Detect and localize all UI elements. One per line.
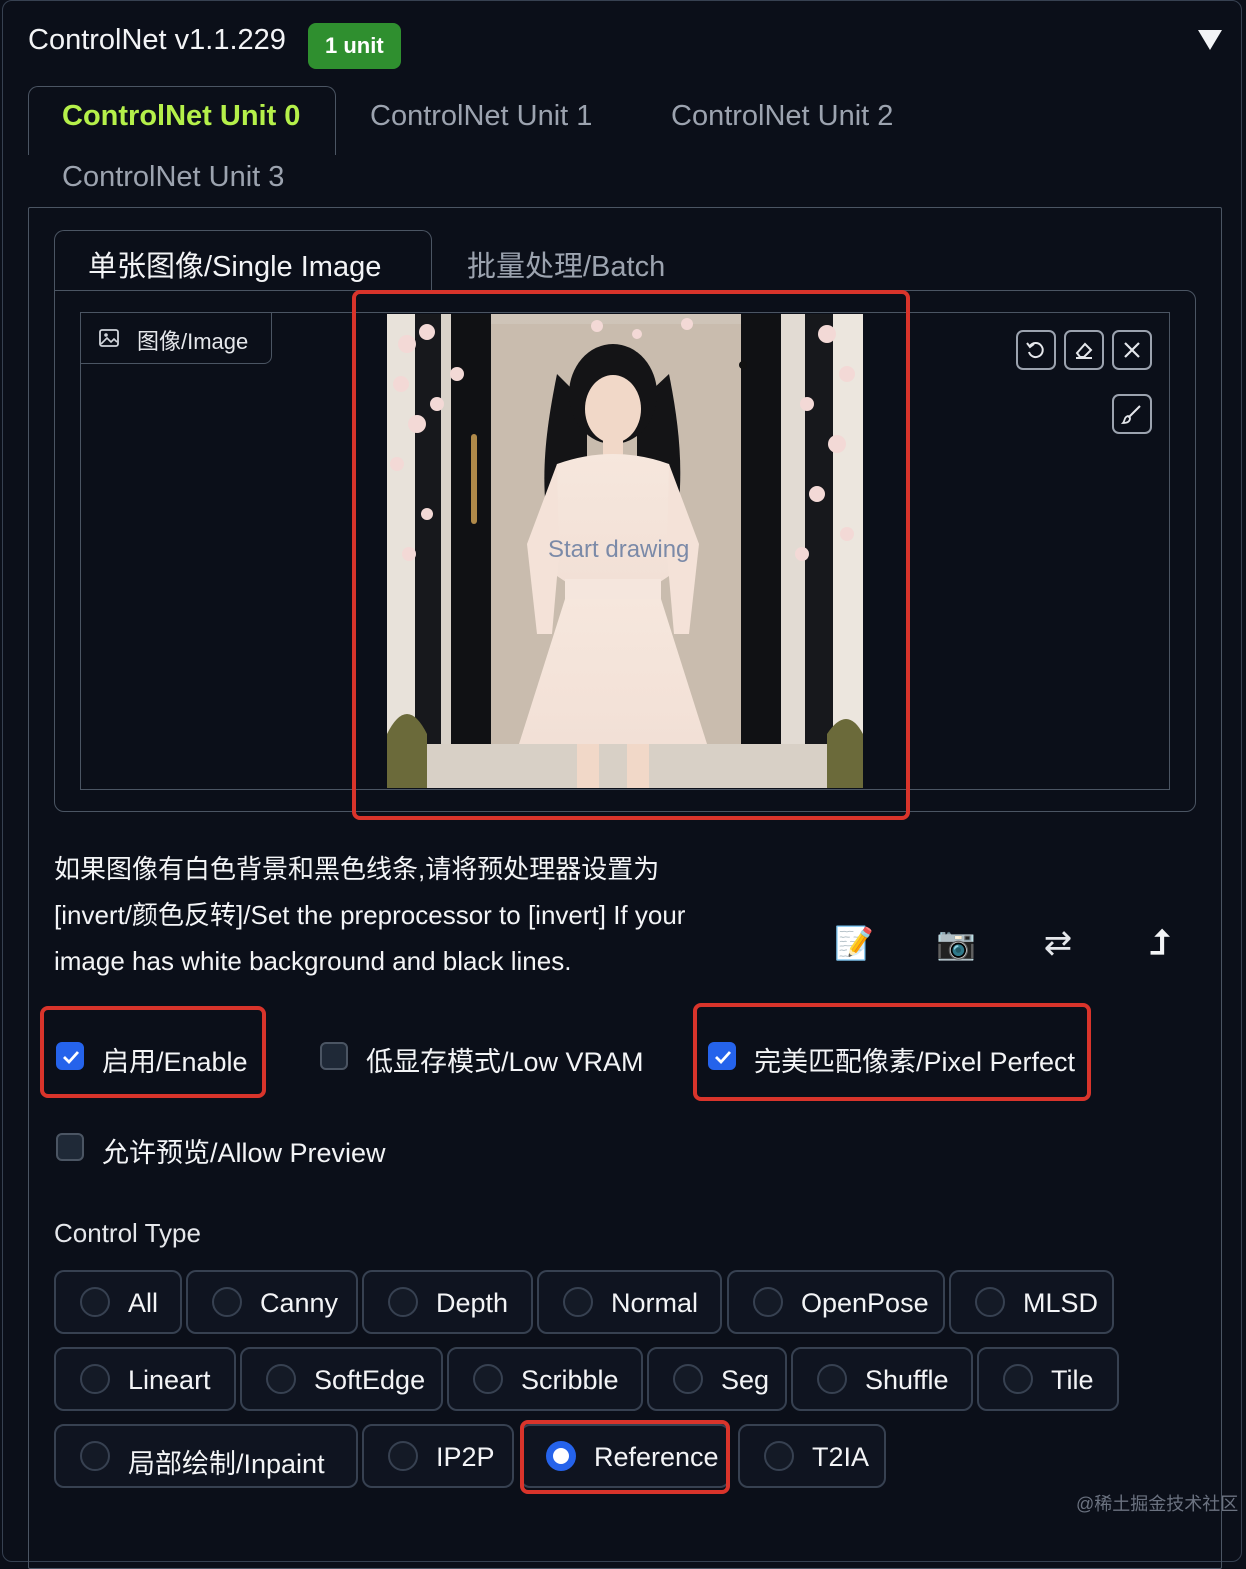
radio-button[interactable]	[1003, 1364, 1033, 1394]
image-label: 图像/Image	[80, 312, 272, 364]
control-type-inpaint[interactable]: 局部绘制/Inpaint	[54, 1424, 358, 1488]
close-icon	[1124, 342, 1140, 358]
control-type-all[interactable]: All	[54, 1270, 182, 1334]
radio-label: All	[128, 1288, 159, 1318]
image-icon	[99, 329, 119, 347]
tab-unit-3[interactable]: ControlNet Unit 3	[62, 161, 284, 194]
radio-label: MLSD	[1023, 1288, 1099, 1318]
eraser-button[interactable]	[1064, 330, 1104, 370]
radio-label: Seg	[721, 1365, 770, 1395]
control-type-seg[interactable]: Seg	[647, 1347, 787, 1411]
tab-unit-2[interactable]: ControlNet Unit 2	[671, 100, 893, 133]
radio-label: 局部绘制/Inpaint	[128, 1449, 325, 1479]
image-label-text: 图像/Image	[137, 329, 249, 354]
radio-button[interactable]	[80, 1287, 110, 1317]
tab-unit-1[interactable]: ControlNet Unit 1	[370, 100, 592, 133]
control-type-openpose[interactable]: OpenPose	[727, 1270, 945, 1334]
radio-button[interactable]	[80, 1441, 110, 1471]
radio-button[interactable]	[975, 1287, 1005, 1317]
watermark: @稀土掘金技术社区	[1076, 1494, 1239, 1514]
allow-preview-label[interactable]: 允许预览/Allow Preview	[102, 1131, 386, 1170]
low-vram-label[interactable]: 低显存模式/Low VRAM	[366, 1040, 644, 1079]
control-type-softedge[interactable]: SoftEdge	[240, 1347, 443, 1411]
radio-button[interactable]	[673, 1364, 703, 1394]
control-type-scribble[interactable]: Scribble	[447, 1347, 643, 1411]
control-type-tile[interactable]: Tile	[977, 1347, 1119, 1411]
radio-button[interactable]	[80, 1364, 110, 1394]
tab-unit-0-label[interactable]: ControlNet Unit 0	[62, 100, 300, 133]
radio-label: Shuffle	[865, 1365, 949, 1395]
radio-label: Lineart	[128, 1365, 211, 1395]
camera-icon[interactable]: 📷	[931, 918, 981, 968]
radio-label: OpenPose	[801, 1288, 929, 1318]
highlight-image	[352, 290, 910, 820]
control-type-t2ia[interactable]: T2IA	[738, 1424, 886, 1488]
highlight-reference	[520, 1420, 730, 1494]
send-dimensions-icon[interactable]: ⮥	[1135, 918, 1185, 968]
control-type-normal[interactable]: Normal	[537, 1270, 722, 1334]
brush-button[interactable]	[1112, 394, 1152, 434]
undo-icon	[1026, 342, 1044, 359]
hint-line-2: [invert/颜色反转]/Set the preprocessor to [i…	[54, 900, 686, 930]
radio-label: Normal	[611, 1288, 699, 1318]
control-type-label: Control Type	[54, 1218, 201, 1248]
radio-label: IP2P	[436, 1442, 495, 1472]
radio-label: Canny	[260, 1288, 339, 1318]
preprocessor-hint: 如果图像有白色背景和黑色线条,请将预处理器设置为 [invert/颜色反转]/S…	[54, 846, 744, 984]
radio-button[interactable]	[266, 1364, 296, 1394]
tab-batch[interactable]: 批量处理/Batch	[467, 243, 665, 285]
allow-preview-checkbox[interactable]	[56, 1133, 84, 1161]
control-type-shuffle[interactable]: Shuffle	[791, 1347, 973, 1411]
eraser-icon	[1075, 342, 1093, 359]
radio-button[interactable]	[563, 1287, 593, 1317]
control-type-ip2p[interactable]: IP2P	[362, 1424, 514, 1488]
hint-line-1: 如果图像有白色背景和黑色线条,请将预处理器设置为	[54, 854, 660, 884]
control-type-canny[interactable]: Canny	[186, 1270, 358, 1334]
unit-count-badge: 1 unit	[308, 23, 401, 69]
control-type-depth[interactable]: Depth	[362, 1270, 533, 1334]
radio-button[interactable]	[388, 1441, 418, 1471]
radio-label: Depth	[436, 1288, 509, 1318]
control-type-lineart[interactable]: Lineart	[54, 1347, 236, 1411]
swap-icon[interactable]: ⇄	[1033, 918, 1083, 968]
radio-button[interactable]	[212, 1287, 242, 1317]
radio-button[interactable]	[764, 1441, 794, 1471]
radio-label: Tile	[1051, 1365, 1094, 1395]
tab-single-image-label[interactable]: 单张图像/Single Image	[88, 243, 381, 285]
radio-label: SoftEdge	[314, 1365, 426, 1395]
radio-label: T2IA	[812, 1442, 870, 1472]
highlight-pixel-perfect	[693, 1003, 1091, 1101]
panel-title[interactable]: ControlNet v1.1.229	[28, 24, 286, 57]
radio-button[interactable]	[473, 1364, 503, 1394]
control-type-mlsd[interactable]: MLSD	[949, 1270, 1114, 1334]
radio-button[interactable]	[753, 1287, 783, 1317]
collapse-arrow-icon[interactable]	[1198, 30, 1222, 50]
radio-button[interactable]	[388, 1287, 418, 1317]
highlight-enable	[40, 1006, 266, 1098]
radio-label: Scribble	[521, 1365, 619, 1395]
hint-line-3: image has white background and black lin…	[54, 946, 572, 976]
radio-button[interactable]	[817, 1364, 847, 1394]
brush-icon	[1121, 405, 1141, 424]
low-vram-checkbox[interactable]	[320, 1042, 348, 1070]
clear-button[interactable]	[1112, 330, 1152, 370]
new-canvas-icon[interactable]: 📝	[829, 918, 879, 968]
undo-button[interactable]	[1016, 330, 1056, 370]
